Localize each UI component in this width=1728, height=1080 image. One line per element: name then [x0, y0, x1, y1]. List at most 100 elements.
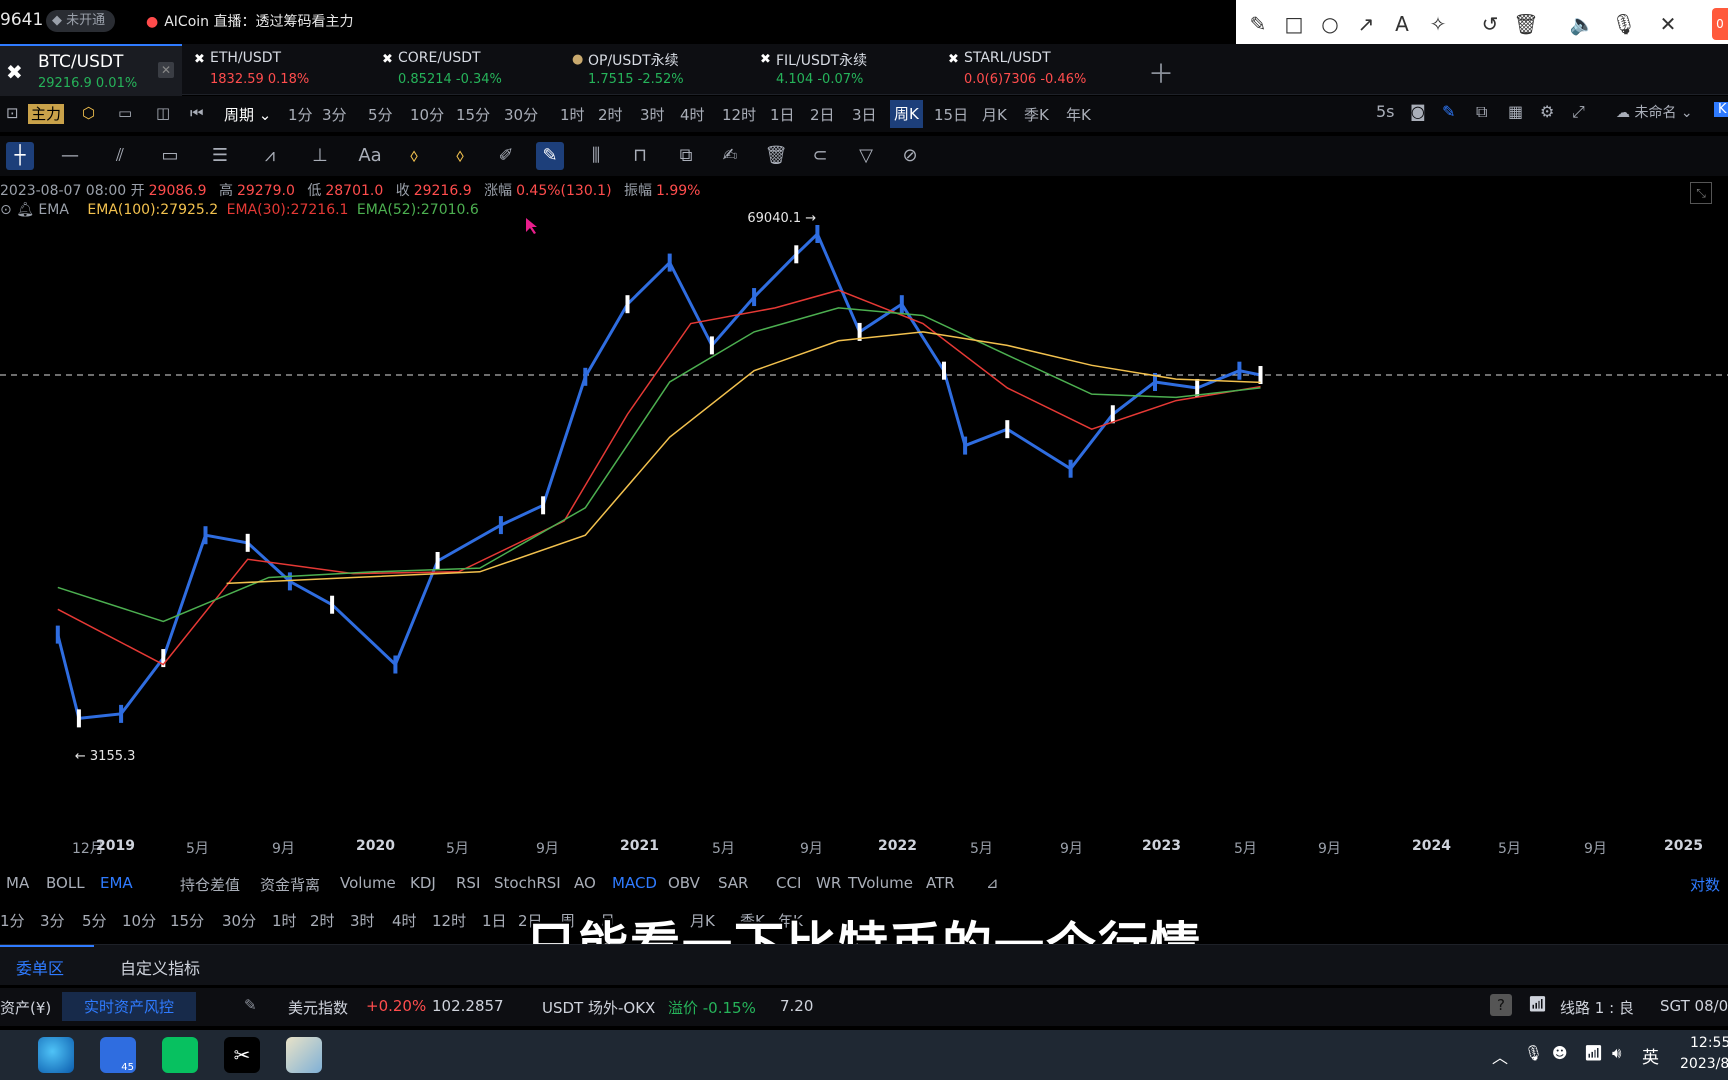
edge-browser-icon[interactable]: [38, 1037, 74, 1073]
indicator-持仓差值[interactable]: 持仓差值: [180, 874, 240, 895]
period-6[interactable]: 1时: [560, 104, 585, 125]
fib-icon[interactable]: ⬨: [400, 142, 428, 170]
copy-icon[interactable]: ⧉: [672, 142, 700, 170]
period-16[interactable]: 月K: [982, 104, 1007, 125]
indicator-stochrsi[interactable]: StochRSI: [494, 874, 561, 892]
tray-arrow-icon[interactable]: ︿: [1492, 1044, 1508, 1068]
gann-icon[interactable]: ⬨: [446, 142, 474, 170]
grid-icon[interactable]: ▦: [1508, 102, 1523, 121]
rectangle-tool-icon[interactable]: ▭: [156, 142, 184, 170]
period-17[interactable]: 季K: [1024, 104, 1049, 125]
camera-icon[interactable]: ◙: [1410, 102, 1426, 121]
network-icon[interactable]: 📶︎: [1584, 1044, 1603, 1062]
indicator-volume[interactable]: Volume: [340, 874, 396, 892]
horizontal-line-icon[interactable]: —: [56, 142, 84, 170]
tab-eth[interactable]: ✖ ETH/USDT 1832.59 0.18%: [186, 44, 368, 94]
brush-icon[interactable]: ✐: [492, 142, 520, 170]
pen-icon[interactable]: ✎: [1442, 102, 1455, 121]
rectangle-icon[interactable]: □: [1280, 10, 1308, 38]
indicator-tvolume[interactable]: TVolume: [848, 874, 913, 892]
highlighter-icon[interactable]: ✎: [536, 142, 564, 170]
indicator-rsi[interactable]: RSI: [456, 874, 480, 892]
period-13[interactable]: 3日: [852, 104, 877, 125]
measure-icon[interactable]: ⊥: [306, 142, 334, 170]
period-5[interactable]: 30分: [504, 104, 538, 125]
tab-custom-indicators[interactable]: 自定义指标: [120, 955, 200, 979]
indicator-wr[interactable]: WR: [816, 874, 841, 892]
log-scale-toggle[interactable]: 对数: [1690, 874, 1720, 895]
capcut-icon[interactable]: ✂: [224, 1037, 260, 1073]
trash-icon[interactable]: 🗑: [1512, 10, 1540, 38]
tab-btc[interactable]: ✖ BTC/USDT 29216.9 0.01% ✕: [0, 44, 182, 96]
settings-icon[interactable]: ⚙: [1540, 102, 1554, 121]
layout-icon[interactable]: ◫: [156, 104, 170, 122]
crosshair-icon[interactable]: ┼: [6, 142, 34, 170]
layout-dropdown[interactable]: ☁ 未命名 ⌄: [1616, 102, 1693, 122]
window-icon[interactable]: ⧉: [1476, 102, 1487, 122]
period-15[interactable]: 15日: [934, 104, 968, 125]
wechat-icon[interactable]: [162, 1037, 198, 1073]
hexagon-icon[interactable]: ⬡: [82, 104, 95, 122]
live-link[interactable]: ● AICoin 直播：透过筹码看主力: [146, 11, 353, 31]
rewind-icon[interactable]: ⏮: [190, 104, 204, 122]
edit-icon[interactable]: ✎: [244, 996, 257, 1014]
mic-tray-icon[interactable]: 🎙︎: [1524, 1044, 1543, 1062]
period-8[interactable]: 3时: [640, 104, 665, 125]
refresh-rate[interactable]: 5s: [1376, 102, 1395, 121]
period-7[interactable]: 2时: [598, 104, 623, 125]
tab-fil[interactable]: ✖ FIL/USDT永续 4.104 -0.07%: [752, 44, 934, 94]
period-0[interactable]: 1分: [288, 104, 313, 125]
lock-icon[interactable]: ⊓: [626, 142, 654, 170]
indicator-macd[interactable]: MACD: [612, 874, 657, 892]
fullscreen-icon[interactable]: ⤢: [1572, 102, 1585, 122]
period-10[interactable]: 12时: [722, 104, 756, 125]
app-icon[interactable]: 45: [100, 1037, 136, 1073]
circle-icon[interactable]: ○: [1316, 10, 1344, 38]
risk-control-button[interactable]: 实时资产风控: [62, 992, 197, 1021]
chart-type-icon[interactable]: ⊡: [6, 104, 19, 122]
period-14[interactable]: 周K: [890, 100, 923, 128]
indicator-ao[interactable]: AO: [574, 874, 596, 892]
parallel-channel-icon[interactable]: ☰: [206, 142, 234, 170]
indicator-ema[interactable]: EMA: [100, 874, 133, 892]
indicator-obv[interactable]: OBV: [668, 874, 700, 892]
arrow-icon[interactable]: ↗: [1352, 10, 1380, 38]
magnet-icon[interactable]: ⊂: [806, 142, 834, 170]
briefcase-icon[interactable]: ▭: [118, 104, 132, 122]
clock-time[interactable]: 12:55: [1690, 1035, 1728, 1051]
help-icon[interactable]: ?: [1490, 994, 1512, 1016]
indicator-kdj[interactable]: KDJ: [410, 874, 436, 892]
snapshot-icon[interactable]: ⊘: [896, 142, 924, 170]
indicator-boll[interactable]: BOLL: [46, 874, 85, 892]
delete-icon[interactable]: 🗑: [762, 142, 790, 170]
k-icon[interactable]: K: [1714, 102, 1728, 117]
trend-line-icon[interactable]: ⫽: [106, 142, 134, 170]
clock-date[interactable]: 2023/8: [1680, 1056, 1728, 1072]
membership-badge[interactable]: ◆ 未开通: [46, 10, 116, 32]
edit-icon[interactable]: ✍: [716, 142, 744, 170]
edit-indicators-icon[interactable]: ⊿: [986, 874, 999, 892]
microphone-icon[interactable]: 🎙: [1610, 10, 1638, 38]
period-11[interactable]: 1日: [770, 104, 795, 125]
period-2[interactable]: 5分: [368, 104, 393, 125]
close-icon[interactable]: ✕: [1654, 10, 1682, 38]
pencil-icon[interactable]: ✎: [1244, 10, 1272, 38]
tab-core[interactable]: ✖ CORE/USDT 0.85214 -0.34%: [374, 44, 556, 94]
cycle-dropdown[interactable]: 周期 ⌄: [224, 104, 271, 125]
text-tool-icon[interactable]: Aa: [356, 142, 384, 170]
tab-orders[interactable]: 委单区: [16, 955, 64, 979]
screen-recorder-icon[interactable]: [286, 1037, 322, 1073]
period-9[interactable]: 4时: [680, 104, 705, 125]
tab-starl[interactable]: ✖ STARL/USDT 0.0(6)7306 -0.46%: [940, 44, 1122, 94]
indicator-资金背离[interactable]: 资金背离: [260, 874, 320, 895]
price-chart[interactable]: 69040.1 → ← 3155.3: [0, 176, 1728, 832]
period-1[interactable]: 3分: [322, 104, 347, 125]
add-tab-button[interactable]: ＋: [1148, 54, 1174, 91]
indicator-ma[interactable]: MA: [6, 874, 29, 892]
undo-icon[interactable]: ↺: [1476, 10, 1504, 38]
close-tab-icon[interactable]: ✕: [158, 62, 174, 78]
tab-op[interactable]: ● OP/USDT永续 1.7515 -2.52%: [564, 44, 746, 94]
ime-indicator[interactable]: 英: [1642, 1043, 1659, 1068]
indicator-sar[interactable]: SAR: [718, 874, 748, 892]
wave-icon[interactable]: ⩘: [256, 142, 284, 170]
